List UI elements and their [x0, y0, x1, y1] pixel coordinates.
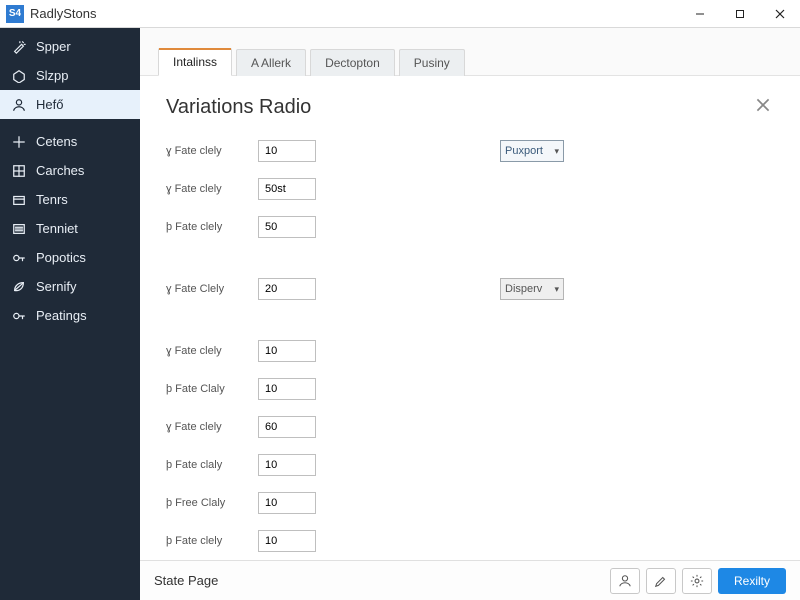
- select-value: Disperv: [505, 283, 542, 295]
- field-input[interactable]: [258, 278, 316, 300]
- field-label: þ Free Claly: [166, 497, 244, 509]
- sidebar-item-hefő[interactable]: Hefő: [0, 90, 140, 119]
- list-icon: [12, 222, 26, 236]
- app-logo: S4: [6, 5, 24, 23]
- content-area: Variations Radio ɣ Fate clelyPuxport▾ɣ F…: [140, 76, 800, 560]
- tab-intalinss[interactable]: Intalinss: [158, 48, 232, 76]
- sidebar-item-label: Spper: [36, 39, 71, 54]
- field-input[interactable]: [258, 378, 316, 400]
- field-select[interactable]: Puxport ▾: [500, 140, 564, 162]
- tab-dectopton[interactable]: Dectopton: [310, 49, 395, 76]
- form: ɣ Fate clely Puxport ▾ ɣ Fate clely þ Fate c…: [166, 139, 774, 553]
- field-input[interactable]: [258, 140, 316, 162]
- sidebar-item-cetens[interactable]: Cetens: [0, 127, 140, 156]
- footer-label: State Page: [154, 573, 218, 588]
- form-row: þ Fate clely: [166, 215, 774, 239]
- form-row: ɣ Fate clely: [166, 177, 774, 201]
- plus-icon: [12, 135, 26, 149]
- tab-a-allerk[interactable]: A Allerk: [236, 49, 306, 76]
- field-input[interactable]: [258, 454, 316, 476]
- field-label: ɣ Fate Clely: [166, 283, 244, 295]
- sidebar-item-label: Tenrs: [36, 192, 68, 207]
- sidebar-item-tenrs[interactable]: Tenrs: [0, 185, 140, 214]
- sidebar: Spper Slzpp Hefő Cetens Carches Tenrs Tenniet P…: [0, 28, 140, 600]
- titlebar: S4 RadlyStons: [0, 0, 800, 28]
- field-input[interactable]: [258, 530, 316, 552]
- sidebar-item-spper[interactable]: Spper: [0, 32, 140, 61]
- field-input[interactable]: [258, 340, 316, 362]
- sidebar-item-tenniet[interactable]: Tenniet: [0, 214, 140, 243]
- field-input[interactable]: [258, 216, 316, 238]
- form-row: ɣ Fate Clely Disperv ▾: [166, 277, 774, 301]
- footer-user-button[interactable]: [610, 568, 640, 594]
- form-row: ɣ Fate clely: [166, 415, 774, 439]
- box-icon: [12, 193, 26, 207]
- form-row: þ Fate clely: [166, 529, 774, 553]
- key-icon: [12, 309, 26, 323]
- sidebar-item-label: Hefő: [36, 97, 63, 112]
- footer-edit-button[interactable]: [646, 568, 676, 594]
- user-icon: [12, 98, 26, 112]
- tab-pusiny[interactable]: Pusiny: [399, 49, 465, 76]
- field-label: ɣ Fate clely: [166, 183, 244, 195]
- app-title: RadlyStons: [30, 6, 96, 21]
- close-button[interactable]: [760, 0, 800, 28]
- chevron-down-icon: ▾: [554, 146, 559, 157]
- sidebar-item-label: Carches: [36, 163, 84, 178]
- form-row: ɣ Fate clely: [166, 339, 774, 363]
- field-label: þ Fate clely: [166, 535, 244, 547]
- maximize-button[interactable]: [720, 0, 760, 28]
- sidebar-item-label: Tenniet: [36, 221, 78, 236]
- field-label: ɣ Fate clely: [166, 145, 244, 157]
- leaf-icon: [12, 280, 26, 294]
- form-row: ɣ Fate clely Puxport ▾: [166, 139, 774, 163]
- footer-primary-button[interactable]: Rexilty: [718, 568, 786, 594]
- form-row: þ Fate claly: [166, 453, 774, 477]
- field-input[interactable]: [258, 416, 316, 438]
- footer: State Page Rexilty: [140, 560, 800, 600]
- field-input[interactable]: [258, 178, 316, 200]
- page-title: Variations Radio: [166, 96, 311, 119]
- close-icon[interactable]: [752, 94, 774, 121]
- tag-icon: [12, 69, 26, 83]
- sidebar-item-label: Sernify: [36, 279, 76, 294]
- sidebar-item-label: Popotics: [36, 250, 86, 265]
- field-label: þ Fate claly: [166, 459, 244, 471]
- grid-icon: [12, 164, 26, 178]
- sidebar-item-popotics[interactable]: Popotics: [0, 243, 140, 272]
- sidebar-item-peatings[interactable]: Peatings: [0, 301, 140, 330]
- main-panel: IntalinssA AllerkDectoptonPusiny Variati…: [140, 28, 800, 600]
- field-label: þ Fate Claly: [166, 383, 244, 395]
- sidebar-item-sernify[interactable]: Sernify: [0, 272, 140, 301]
- form-row: þ Free Claly: [166, 491, 774, 515]
- field-label: þ Fate clely: [166, 221, 244, 233]
- tabbar: IntalinssA AllerkDectoptonPusiny: [140, 28, 800, 76]
- chevron-down-icon: ▾: [554, 284, 559, 295]
- key-icon: [12, 251, 26, 265]
- sidebar-item-label: Slzpp: [36, 68, 69, 83]
- sidebar-item-label: Cetens: [36, 134, 77, 149]
- field-label: ɣ Fate clely: [166, 345, 244, 357]
- form-row: þ Fate Claly: [166, 377, 774, 401]
- sidebar-item-carches[interactable]: Carches: [0, 156, 140, 185]
- field-input[interactable]: [258, 492, 316, 514]
- wand-icon: [12, 40, 26, 54]
- select-value: Puxport: [505, 145, 543, 157]
- sidebar-item-label: Peatings: [36, 308, 87, 323]
- sidebar-item-slzpp[interactable]: Slzpp: [0, 61, 140, 90]
- field-label: ɣ Fate clely: [166, 421, 244, 433]
- window-controls: [680, 0, 800, 28]
- field-select[interactable]: Disperv ▾: [500, 278, 564, 300]
- footer-settings-button[interactable]: [682, 568, 712, 594]
- minimize-button[interactable]: [680, 0, 720, 28]
